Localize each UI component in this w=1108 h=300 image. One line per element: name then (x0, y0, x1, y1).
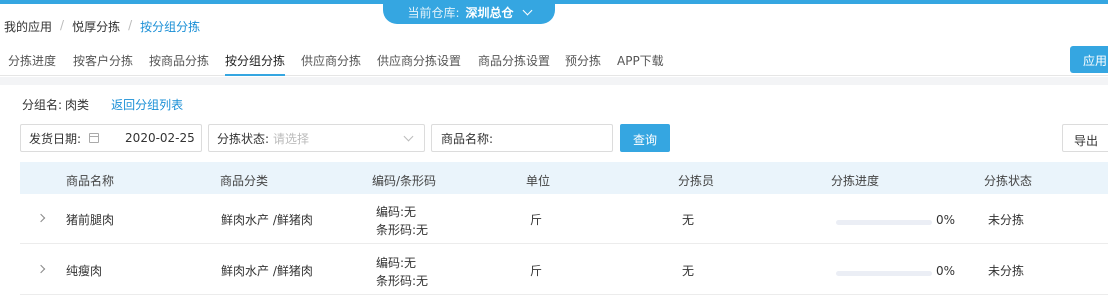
column-header-unit: 单位 (526, 174, 551, 188)
column-header-sorter: 分拣员 (678, 174, 715, 188)
column-header-progress: 分拣进度 (831, 174, 880, 188)
product-name: 纯瘦肉 (66, 264, 103, 278)
breadcrumb-item-current: 按分组分拣 (140, 20, 201, 34)
progress-bar (836, 220, 932, 225)
progress-text: 0% (936, 213, 956, 227)
product-unit: 斤 (530, 213, 543, 227)
chevron-down-icon (522, 5, 532, 15)
product-unit: 斤 (530, 264, 543, 278)
tab-by-product[interactable]: 按商品分拣 (149, 52, 209, 69)
column-header-category: 商品分类 (220, 174, 269, 188)
product-category: 鲜肉水产 /鲜猪肉 (221, 213, 313, 227)
product-code: 编码:无 (376, 256, 417, 270)
tab-by-supplier[interactable]: 供应商分拣 (301, 52, 361, 69)
tab-by-customer[interactable]: 按客户分拣 (73, 52, 133, 69)
ship-date-value: 2020-02-25 (125, 131, 195, 145)
group-name-label: 分组名: (22, 98, 63, 112)
table-row[interactable]: 纯瘦肉 鲜肉水产 /鲜猪肉 编码:无 条形码:无 斤 无 0% 未分拣 (20, 245, 1108, 295)
product-category: 鲜肉水产 /鲜猪肉 (221, 264, 313, 278)
breadcrumb-separator: / (60, 18, 65, 32)
sort-status: 未分拣 (988, 264, 1025, 278)
table-header: 商品名称 商品分类 编码/条形码 单位 分拣员 分拣进度 分拣状态 (20, 162, 1108, 194)
table-row[interactable]: 猪前腿肉 鲜肉水产 /鲜猪肉 编码:无 条形码:无 斤 无 0% 未分拣 (20, 194, 1108, 244)
product-barcode: 条形码:无 (376, 274, 429, 288)
sort-status: 未分拣 (988, 213, 1025, 227)
apply-button[interactable]: 应用 (1070, 46, 1108, 73)
calendar-icon (89, 133, 100, 143)
product-name: 猪前腿肉 (66, 213, 115, 227)
product-barcode: 条形码:无 (376, 223, 429, 237)
query-button[interactable]: 查询 (620, 124, 670, 152)
breadcrumb: 我的应用 / 悦厚分拣 / 按分组分拣 (4, 18, 200, 35)
column-header-product-name: 商品名称 (66, 174, 115, 188)
tab-sorting-progress[interactable]: 分拣进度 (8, 52, 56, 69)
warehouse-selector[interactable]: 当前仓库: 深圳总仓 (383, 0, 555, 24)
tab-bar: 分拣进度 按客户分拣 按商品分拣 按分组分拣 供应商分拣 供应商分拣设置 商品分… (0, 40, 1108, 76)
sorter-name: 无 (682, 213, 695, 227)
tab-supplier-settings[interactable]: 供应商分拣设置 (377, 52, 461, 69)
column-header-code: 编码/条形码 (372, 174, 437, 188)
tab-by-group[interactable]: 按分组分拣 (225, 52, 286, 76)
sort-status-placeholder: 请选择 (273, 131, 310, 146)
tab-pre-sorting[interactable]: 预分拣 (565, 52, 601, 69)
warehouse-value: 深圳总仓 (465, 5, 514, 20)
export-button[interactable]: 导出 (1062, 124, 1108, 152)
product-code: 编码:无 (376, 205, 417, 219)
ship-date-picker[interactable]: 发货日期: 2020-02-25 (20, 124, 202, 152)
product-name-input[interactable]: 商品名称: (431, 124, 613, 152)
column-header-status: 分拣状态 (984, 174, 1033, 188)
back-to-group-list-link[interactable]: 返回分组列表 (111, 96, 183, 113)
tab-product-settings[interactable]: 商品分拣设置 (478, 52, 550, 69)
breadcrumb-item-sorting[interactable]: 悦厚分拣 (72, 18, 120, 35)
breadcrumb-item-my-apps[interactable]: 我的应用 (4, 18, 52, 35)
progress-text: 0% (936, 264, 956, 278)
breadcrumb-separator: / (128, 18, 133, 32)
group-name-value: 肉类 (65, 98, 90, 112)
tab-app-download[interactable]: APP下载 (617, 52, 664, 69)
sort-status-label: 分拣状态: (217, 131, 270, 146)
warehouse-label: 当前仓库: (407, 5, 460, 20)
chevron-down-icon (403, 131, 414, 142)
sorter-name: 无 (682, 264, 695, 278)
expand-row-icon[interactable] (36, 264, 46, 274)
ship-date-label: 发货日期: (29, 131, 82, 146)
section-divider (0, 77, 1108, 85)
sort-status-select[interactable]: 分拣状态: 请选择 (208, 124, 425, 152)
progress-bar (836, 271, 932, 276)
expand-row-icon[interactable] (36, 213, 46, 223)
group-info: 分组名: 肉类 返回分组列表 (22, 96, 183, 113)
product-name-label: 商品名称: (441, 131, 494, 146)
